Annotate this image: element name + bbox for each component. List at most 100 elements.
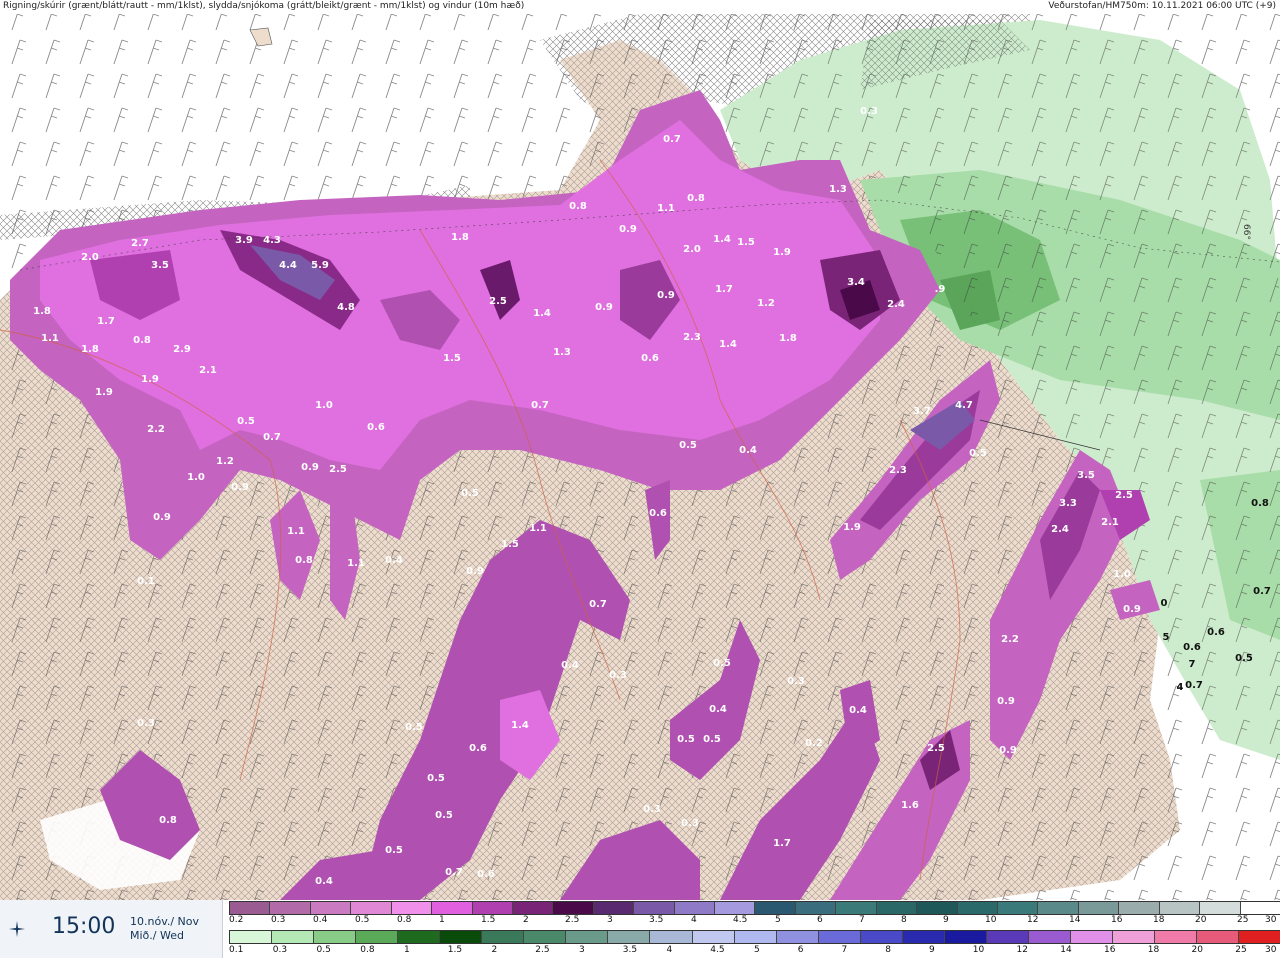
snow-scale-label: 0.4 <box>313 915 328 925</box>
precip-value-label: 0.8 <box>159 815 177 826</box>
rain-scale-label: 25 <box>1235 945 1247 955</box>
precip-value-label: 2.4 <box>887 299 905 310</box>
forecast-time-panel[interactable]: 15:00 10.nóv./ Nov Mið./ Wed <box>0 900 223 958</box>
precip-value-label: 0.5 <box>427 773 445 784</box>
precip-value-label: 0.9 <box>301 462 319 473</box>
rain-scale-swatch <box>1197 931 1240 943</box>
precip-value-label: 0.6 <box>367 422 385 433</box>
precip-value-label: 1.1 <box>347 558 365 569</box>
snow-scale-label: 4.5 <box>733 915 748 925</box>
snow-scale-swatch <box>1240 902 1280 914</box>
snow-scale-label: 2.5 <box>565 915 580 925</box>
rain-scale-swatch <box>902 931 945 943</box>
footer-bar: 15:00 10.nóv./ Nov Mið./ Wed 0.2 0.3 0.4 0.… <box>0 900 1280 958</box>
snow-scale-swatch <box>917 902 958 914</box>
precip-value-label: 5 <box>1163 632 1170 643</box>
precip-value-label: 0.3 <box>137 718 155 729</box>
precip-value-label: 0.9 <box>999 745 1017 756</box>
snow-scale-swatch <box>957 902 999 914</box>
precip-value-label: 3.4 <box>847 277 865 288</box>
precip-value-label: 0.9 <box>595 302 613 313</box>
rain-scale-swatch <box>440 931 483 943</box>
rain-scale-label: 1.5 <box>447 945 463 955</box>
snow-scale-label: 6 <box>817 915 823 925</box>
rain-scale-swatch <box>608 931 651 943</box>
precip-value-label: 1.2 <box>757 298 775 309</box>
precip-value-label: 0.9 <box>997 696 1015 707</box>
latitude-label: 66° <box>1241 224 1251 240</box>
rain-scale-swatch <box>566 931 609 943</box>
snow-scale-label: 30 <box>1265 915 1277 925</box>
snow-scale-swatch <box>432 902 473 914</box>
precip-value-label: 1.9 <box>773 247 791 258</box>
precip-value-label: 1.0 <box>315 400 333 411</box>
rain-scale-label: 0.1 <box>229 945 244 955</box>
snow-scale-swatch <box>674 902 716 914</box>
forecast-date: 10.nóv./ Nov Mið./ Wed <box>130 915 199 943</box>
precip-value-label: 0.9 <box>657 290 675 301</box>
snow-scale-swatch <box>472 902 513 914</box>
precip-value-label: 1.5 <box>443 353 461 364</box>
snow-scale-swatch <box>634 902 675 914</box>
snow-scale-label: 3.5 <box>649 915 664 925</box>
precipitation-map[interactable]: 2.7 2.0 3.5 1.8 1.1 1.7 1.8 0.8 2.9 1.9 2.1 1.9 2.2 1… <box>0 14 1280 900</box>
precip-value-label: 0.7 <box>531 400 549 411</box>
rain-scale-label: 6 <box>797 945 804 955</box>
snow-scale-swatch <box>836 902 877 914</box>
precip-value-label: 0.9 <box>153 512 171 523</box>
precip-value-label: 7 <box>1189 659 1196 670</box>
precip-value-label: 3.5 <box>1077 470 1095 481</box>
precip-value-label: 2.3 <box>889 465 907 476</box>
precip-value-label: 1.8 <box>779 333 797 344</box>
rain-scale-swatch <box>692 931 735 943</box>
precip-value-label: 0.6 <box>469 743 487 754</box>
precip-value-label: 0.5 <box>1235 653 1253 664</box>
precip-value-label: 0.7 <box>589 599 607 610</box>
snow-scale-swatch <box>755 902 796 914</box>
precip-value-label: 2.0 <box>81 252 99 263</box>
snow-scale-label: 16 <box>1111 915 1123 925</box>
rain-scale-swatch <box>356 931 399 943</box>
precip-value-label: 1.5 <box>737 237 755 248</box>
precip-value-label: 0.6 <box>649 508 667 519</box>
snow-scale-swatch <box>270 902 311 914</box>
rain-scale-swatch <box>860 931 903 943</box>
precip-value-label: 0.5 <box>713 658 731 669</box>
precip-value-label: 2.2 <box>147 424 165 435</box>
precip-value-label: 1.9 <box>95 387 113 398</box>
rain-scale-label: 9 <box>929 945 935 955</box>
snow-scale-swatch <box>1038 902 1079 914</box>
precip-value-label: 0.2 <box>805 738 823 749</box>
weather-service-logo-icon <box>9 921 25 937</box>
rain-scale-label: 10 <box>972 945 985 955</box>
precip-value-label: 0.3 <box>860 106 878 117</box>
snow-scale-label: 8 <box>901 915 907 925</box>
precip-value-label: 2.1 <box>1101 517 1119 528</box>
forecast-date-line2: Mið./ Wed <box>130 929 184 942</box>
precip-value-label: 1.0 <box>1113 569 1131 580</box>
precip-value-label: 1.3 <box>829 184 847 195</box>
rain-scale-swatch <box>398 931 441 943</box>
precip-value-label: 1.4 <box>719 339 737 350</box>
precip-value-label: 2.5 <box>489 296 507 307</box>
snow-scale-label: 9 <box>943 915 949 925</box>
rain-scale-label: 4 <box>666 945 673 955</box>
rain-scale-swatch <box>1070 931 1113 943</box>
rain-scale-swatch <box>734 931 777 943</box>
precip-value-label: 0 <box>1161 598 1168 609</box>
precip-value-label: 0.4 <box>315 876 333 887</box>
snow-scale-label: 1.5 <box>481 915 496 925</box>
precip-value-label: 0.3 <box>681 818 699 829</box>
precip-value-label: 4.4 <box>279 260 297 271</box>
snow-scale-swatch <box>1200 902 1241 914</box>
snow-scale-label: 0.5 <box>355 915 370 925</box>
precip-value-label: 1.4 <box>713 234 731 245</box>
precip-value-label: 0.4 <box>561 660 579 671</box>
rain-scale-label: 2 <box>491 945 498 955</box>
snow-scale-swatch <box>876 902 918 914</box>
precip-value-label: 4.7 <box>955 400 973 411</box>
precip-value-label: 1.4 <box>511 720 529 731</box>
snow-scale-label: 18 <box>1153 915 1165 925</box>
precip-value-label: 0.7 <box>663 134 681 145</box>
map-legend-description: Rigning/skúrir (grænt/blátt/rautt - mm/1… <box>3 1 525 11</box>
